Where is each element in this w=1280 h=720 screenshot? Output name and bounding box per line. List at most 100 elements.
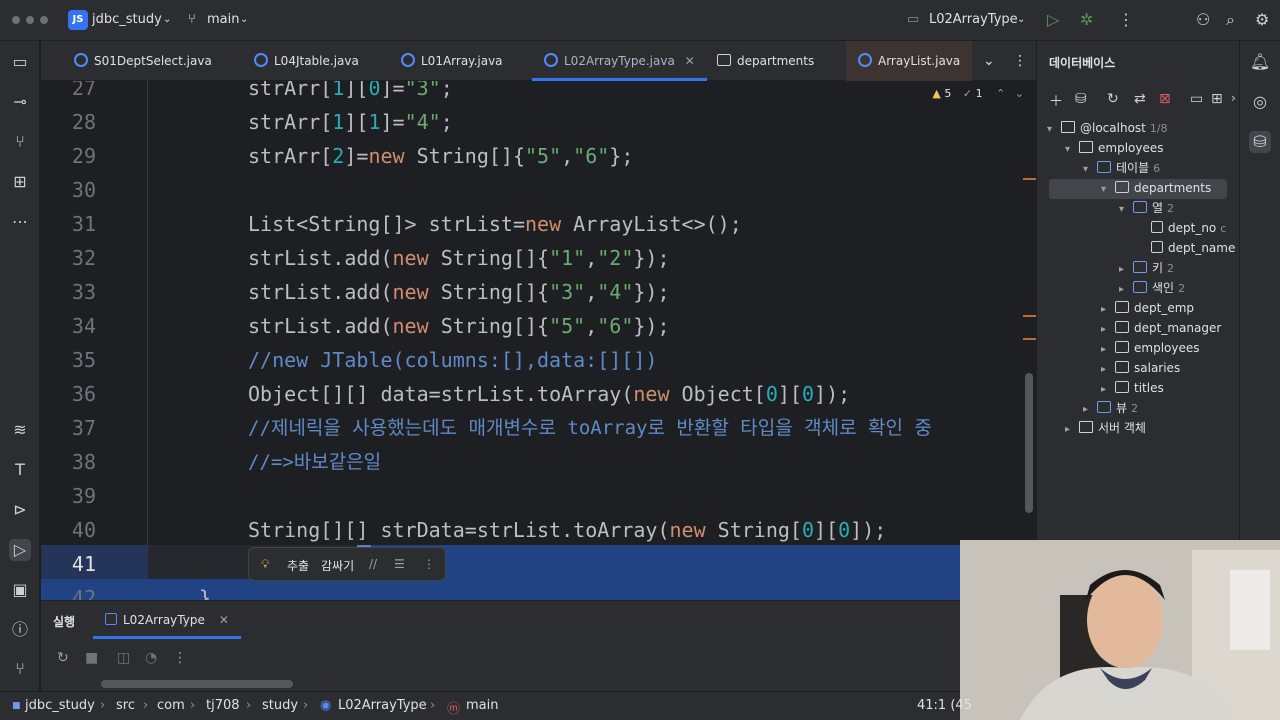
chevron-right-icon[interactable]: ▸ — [1101, 340, 1115, 360]
chevron-down-icon[interactable]: ▾ — [1083, 160, 1097, 180]
chevron-right-icon[interactable]: ▸ — [1101, 320, 1115, 340]
tree-item[interactable]: ▸ 색인 2 — [1119, 278, 1185, 298]
code-line-36[interactable]: Object[][] data=strList.toArray(new Obje… — [248, 377, 850, 411]
chevron-down-icon[interactable]: ▾ — [1065, 140, 1079, 160]
prev-highlight-icon[interactable]: ⌃ — [996, 87, 1005, 100]
chevron-right-icon[interactable]: ▸ — [1119, 280, 1133, 300]
build-hammer-icon[interactable]: T — [9, 459, 31, 481]
ai-assistant-icon[interactable]: ◎ — [1249, 91, 1271, 113]
tree-item[interactable]: ▾ @localhost 1/8 — [1047, 118, 1168, 138]
settings-gear-icon[interactable]: ⚙ — [1255, 10, 1269, 30]
profiler-icon[interactable]: ◔ — [145, 650, 157, 666]
rerun-icon[interactable]: ↻ — [57, 650, 69, 666]
code-line-42[interactable]: } — [199, 581, 211, 600]
code-line-29[interactable]: strArr[2]=new String[]{"5","6"}; — [248, 139, 633, 173]
tree-item[interactable]: dept_no c — [1137, 218, 1226, 238]
add-icon[interactable]: ＋ — [1049, 91, 1063, 111]
tree-item[interactable]: ▸ employees — [1101, 338, 1199, 358]
window-close-dot[interactable] — [12, 16, 20, 24]
chevron-right-icon[interactable]: ▸ — [1101, 380, 1115, 400]
code-line-40[interactable]: String[][] strData=strList.toArray(new S… — [248, 513, 886, 547]
scrollbar-warning-mark[interactable] — [1023, 338, 1036, 340]
next-highlight-icon[interactable]: ⌄ — [1015, 87, 1024, 100]
tree-item[interactable]: ▸ salaries — [1101, 358, 1180, 378]
services-icon[interactable]: ⊳ — [9, 499, 31, 521]
debug-icon[interactable]: ✲ — [1080, 10, 1093, 30]
chevron-right-icon[interactable]: ▸ — [1065, 420, 1079, 440]
chevron-down-icon[interactable]: ▾ — [1101, 180, 1115, 200]
code-line-33[interactable]: strList.add(new String[]{"3","4"}); — [248, 275, 669, 309]
window-zoom-dot[interactable] — [40, 16, 48, 24]
more-icon[interactable]: ⋮ — [1118, 10, 1134, 30]
more-chevron-icon[interactable]: › — [1231, 91, 1236, 105]
tabs-more-icon[interactable]: ⋮ — [1013, 41, 1027, 81]
tabs-overflow-chevron-icon[interactable]: ⌄ — [983, 41, 995, 81]
screenshot-icon[interactable]: ◫ — [117, 650, 130, 666]
sync-icon[interactable]: ⇄ — [1134, 91, 1146, 107]
project-badge[interactable]: JS — [68, 10, 88, 30]
data-source-properties-icon[interactable]: ⛁ — [1075, 91, 1087, 107]
caret-position[interactable]: 41:1 (45 — [917, 698, 972, 713]
project-folder-icon[interactable]: ▭ — [9, 51, 31, 73]
breadcrumb-study[interactable]: study — [262, 698, 298, 713]
run-more-icon[interactable]: ⋮ — [173, 650, 187, 666]
breadcrumb-com[interactable]: com — [157, 698, 185, 713]
code-line-37[interactable]: //제네릭을 사용했는데도 매개변수로 toArray로 반환할 타입을 객체로… — [248, 411, 932, 445]
code-line-27[interactable]: strArr[1][0]="3"; — [248, 81, 453, 105]
pull-requests-icon[interactable]: ⑂ — [9, 131, 31, 153]
tab-departments[interactable]: departments — [717, 41, 814, 81]
run-config-chevron-down-icon[interactable]: ⌄ — [1017, 14, 1025, 25]
comment-icon[interactable]: // — [369, 557, 377, 571]
run-tab[interactable]: L02ArrayType ✕ — [93, 601, 241, 639]
chevron-right-icon[interactable]: ▸ — [1101, 300, 1115, 320]
breadcrumb-project[interactable]: jdbc_study — [25, 698, 95, 713]
code-line-31[interactable]: List<String[]> strList=new ArrayList<>()… — [248, 207, 742, 241]
refresh-icon[interactable]: ↻ — [1107, 91, 1119, 107]
project-chevron-down-icon[interactable]: ⌄ — [163, 14, 171, 25]
tree-item[interactable]: ▾ employees — [1065, 138, 1163, 158]
disconnect-icon[interactable]: ⊠ — [1159, 91, 1171, 107]
breadcrumb-tj708[interactable]: tj708 — [206, 698, 240, 713]
tab-close-icon[interactable]: ✕ — [685, 54, 695, 68]
code-line-34[interactable]: strList.add(new String[]{"5","6"}); — [248, 309, 669, 343]
tree-item[interactable]: ▾ departments — [1101, 178, 1211, 198]
run-tab-close-icon[interactable]: ✕ — [219, 613, 229, 627]
breadcrumb-method[interactable]: main — [466, 698, 498, 713]
tree-item[interactable]: ▸ 서버 객체 — [1065, 418, 1146, 438]
code-line-38[interactable]: //=>바보같은일 — [248, 445, 381, 479]
window-minimize-dot[interactable] — [26, 16, 34, 24]
tab-l02arraytype[interactable]: L02ArrayType.java ✕ — [532, 41, 707, 81]
tree-item[interactable]: ▸ 뷰 2 — [1083, 398, 1138, 418]
table-view-icon[interactable]: ⊞ — [1211, 91, 1223, 107]
code-line-35[interactable]: //new JTable(columns:[],data:[][]) — [248, 343, 657, 377]
run-config-name[interactable]: L02ArrayType — [929, 12, 1018, 27]
tree-item[interactable]: dept_name — [1137, 238, 1235, 258]
lightbulb-icon[interactable]: 💡︎ — [261, 557, 269, 572]
code-line-28[interactable]: strArr[1][1]="4"; — [248, 105, 453, 139]
more-options-icon[interactable]: ⋮ — [423, 557, 435, 571]
run-tool-icon[interactable]: ▷ — [9, 539, 31, 561]
chevron-down-icon[interactable]: ▾ — [1047, 120, 1061, 140]
database-tool-icon[interactable]: ⛁ — [1249, 131, 1271, 153]
problems-icon[interactable]: ⓘ — [9, 619, 31, 641]
breadcrumb-class[interactable]: L02ArrayType — [338, 698, 427, 713]
project-name[interactable]: jdbc_study — [92, 12, 162, 27]
reformat-icon[interactable]: ☰ — [394, 557, 405, 571]
branch-chevron-down-icon[interactable]: ⌄ — [240, 14, 248, 25]
tree-item[interactable]: ▸ 키 2 — [1119, 258, 1174, 278]
structure-icon[interactable]: ⊞ — [9, 171, 31, 193]
search-icon[interactable]: ⌕ — [1226, 10, 1235, 30]
tab-l01array[interactable]: L01Array.java — [401, 41, 503, 81]
tab-l04jtable[interactable]: L04Jtable.java — [254, 41, 359, 81]
database-changes-icon[interactable]: ≋ — [9, 419, 31, 441]
chevron-right-icon[interactable]: ▸ — [1101, 360, 1115, 380]
code-line-32[interactable]: strList.add(new String[]{"1","2"}); — [248, 241, 669, 275]
stop-icon[interactable]: ■ — [85, 650, 98, 666]
inspections-widget[interactable]: ▲ 5 ✓ 1 ⌃ ⌄ — [932, 87, 1024, 100]
scrollbar-warning-mark[interactable] — [1023, 315, 1036, 317]
code-editor[interactable]: 27 28 29 30 31 32 33 34 35 36 37 38 39 4… — [41, 81, 1036, 600]
scrollbar-warning-mark[interactable] — [1023, 178, 1036, 180]
run-horizontal-scrollbar[interactable] — [101, 680, 293, 688]
run-icon[interactable]: ▷ — [1047, 10, 1059, 30]
chevron-right-icon[interactable]: ▸ — [1083, 400, 1097, 420]
